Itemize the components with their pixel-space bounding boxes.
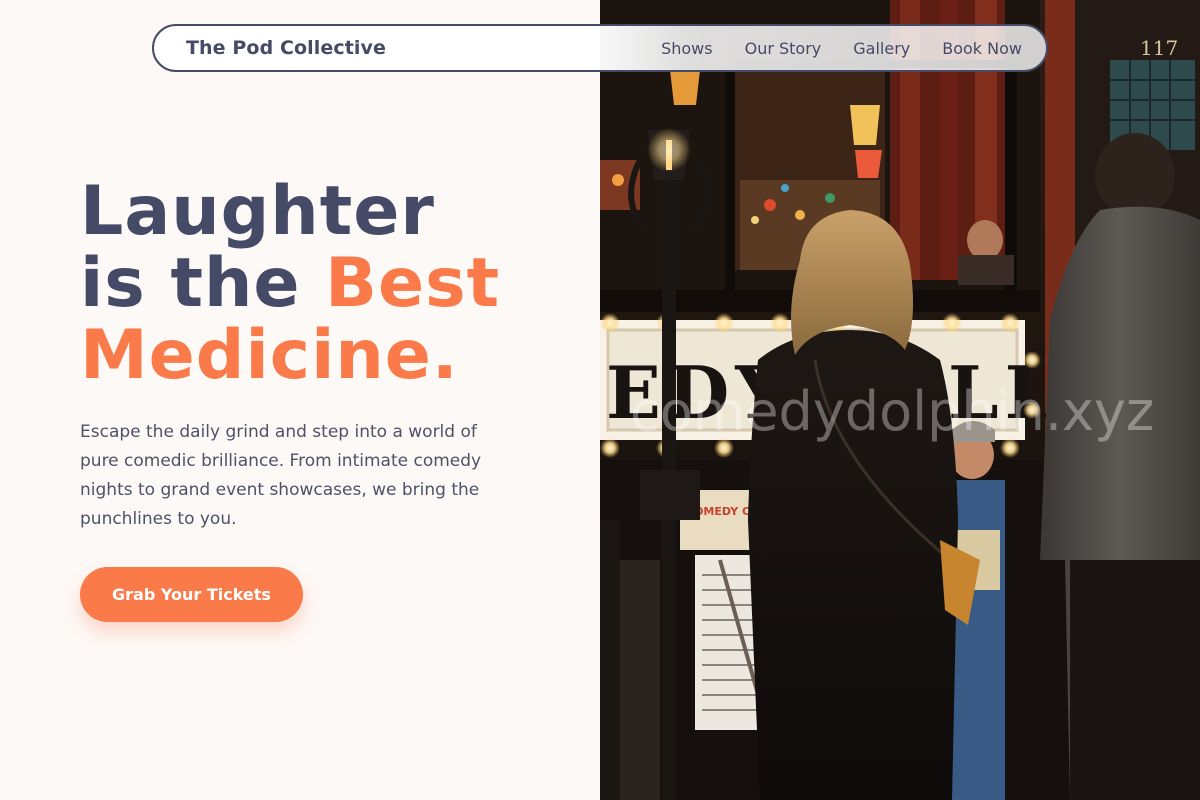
nav-links: Shows Our Story Gallery Book Now	[661, 39, 1022, 58]
headline-accent-best: Best	[325, 244, 501, 323]
hero-intro-text: Escape the daily grind and step into a w…	[80, 422, 482, 529]
landing-page: 117 EDY CELLAR COMEDY CELLAR comedydolph…	[0, 0, 1200, 800]
nav-link-book-now[interactable]: Book Now	[942, 39, 1022, 58]
nav-link-shows[interactable]: Shows	[661, 39, 713, 58]
hero-photo: 117 EDY CELLAR COMEDY CELLAR	[600, 0, 1200, 800]
nav-link-our-story[interactable]: Our Story	[745, 39, 822, 58]
door-number-text: 117	[1140, 36, 1178, 60]
headline-line-2: is the Best	[80, 248, 600, 320]
headline-line-1: Laughter	[80, 172, 435, 251]
hero-headline: Laughter is the Best Medicine.	[80, 176, 600, 392]
headline-line-2-plain: is the	[80, 244, 326, 323]
grab-tickets-button[interactable]: Grab Your Tickets	[80, 567, 303, 622]
brand-logo[interactable]: The Pod Collective	[186, 37, 386, 59]
headline-line-3: Medicine.	[80, 316, 459, 395]
top-navbar: The Pod Collective Shows Our Story Galle…	[152, 24, 1048, 72]
nav-link-gallery[interactable]: Gallery	[853, 39, 910, 58]
